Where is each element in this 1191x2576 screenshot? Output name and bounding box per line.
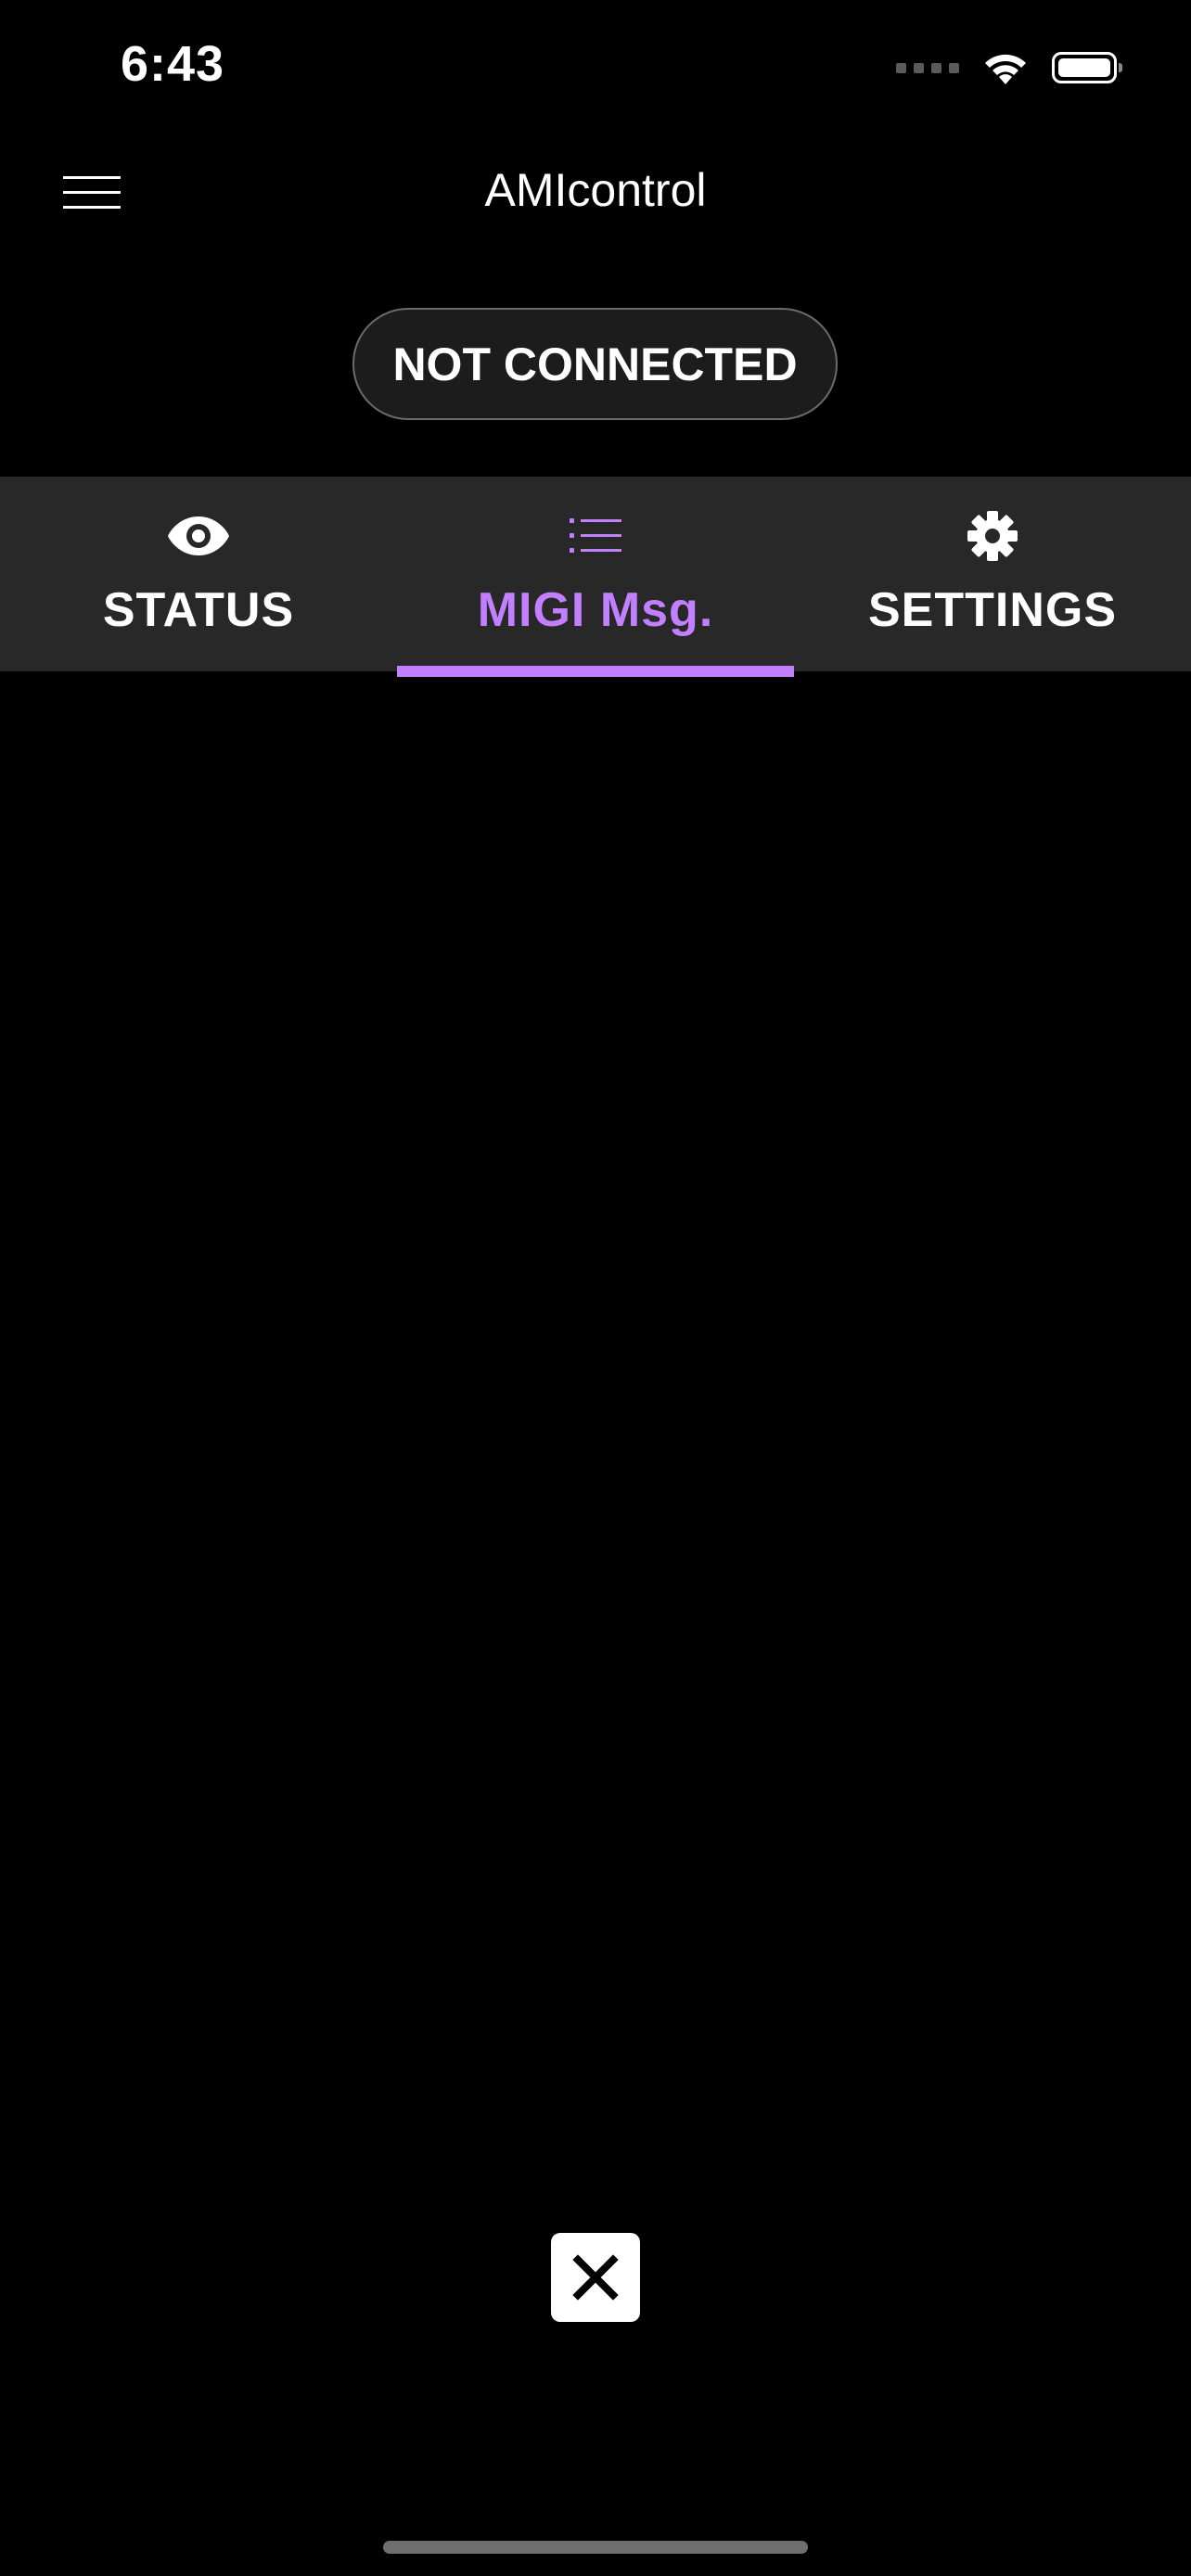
tab-settings[interactable]: SETTINGS xyxy=(794,477,1191,671)
close-icon xyxy=(572,2254,619,2301)
cellular-signal-icon xyxy=(896,62,959,73)
battery-icon xyxy=(1052,52,1122,83)
tab-bar: STATUS MIGI Msg. SETTINGS xyxy=(0,477,1191,677)
tab-status-label: STATUS xyxy=(102,583,295,637)
status-bar: 6:43 xyxy=(0,0,1191,139)
app-header: AMIcontrol xyxy=(0,139,1191,246)
home-indicator xyxy=(383,2541,808,2554)
active-tab-indicator xyxy=(397,666,794,677)
tab-settings-label: SETTINGS xyxy=(867,583,1118,637)
tab-migi-msg[interactable]: MIGI Msg. xyxy=(397,477,794,677)
tab-migi-msg-label: MIGI Msg. xyxy=(477,583,714,637)
wifi-icon xyxy=(985,54,1026,84)
list-icon xyxy=(570,518,621,553)
gear-icon xyxy=(967,511,1018,561)
status-indicators xyxy=(896,45,1122,91)
eye-icon xyxy=(168,516,229,555)
connection-status-button[interactable]: NOT CONNECTED xyxy=(352,308,838,420)
app-title: AMIcontrol xyxy=(484,164,707,216)
tab-status[interactable]: STATUS xyxy=(0,477,397,671)
status-time: 6:43 xyxy=(121,36,225,92)
close-button[interactable] xyxy=(551,2233,640,2322)
